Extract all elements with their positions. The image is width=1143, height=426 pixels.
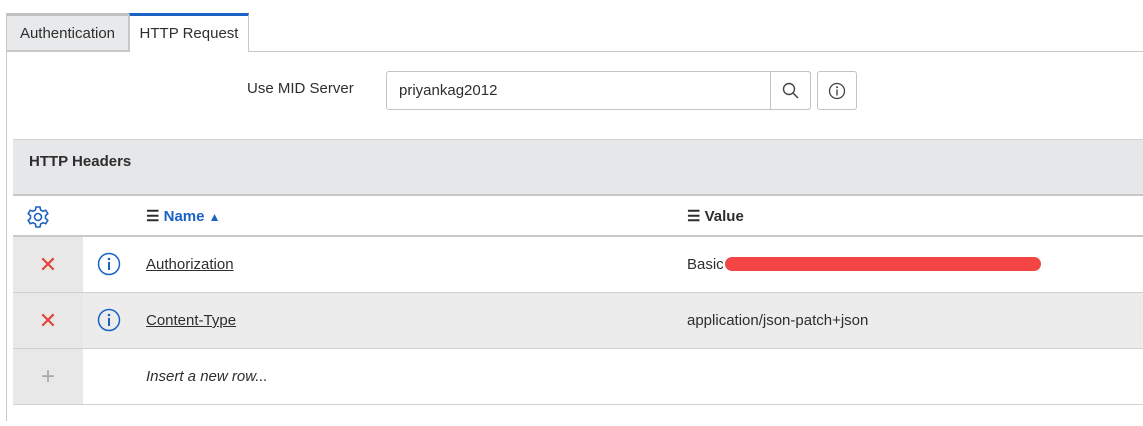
info-icon[interactable] xyxy=(97,308,121,332)
info-icon xyxy=(828,82,846,99)
delete-button[interactable]: ✕ xyxy=(13,237,83,292)
plus-icon: + xyxy=(40,362,55,390)
column-value[interactable]: ☰ Value xyxy=(687,207,744,225)
section-title: HTTP Headers xyxy=(13,139,1143,196)
tab-authentication[interactable]: Authentication xyxy=(6,13,129,51)
delete-icon: ✕ xyxy=(38,307,58,333)
table-row: ✕ Authorization Basic xyxy=(13,237,1143,293)
header-name-link[interactable]: Authorization xyxy=(146,256,234,273)
delete-icon: ✕ xyxy=(38,251,58,277)
redaction-mark xyxy=(725,257,1041,271)
insert-row-text[interactable]: Insert a new row... xyxy=(146,368,268,385)
header-value: application/json-patch+json xyxy=(687,312,869,329)
add-row-button[interactable]: + xyxy=(13,349,83,404)
delete-button[interactable]: ✕ xyxy=(13,293,83,348)
gear-icon[interactable] xyxy=(26,205,50,229)
column-menu-icon[interactable]: ☰ xyxy=(687,208,700,225)
search-icon xyxy=(782,82,799,99)
lookup-button[interactable] xyxy=(770,71,811,110)
column-name[interactable]: ☰ Name ▲ xyxy=(146,207,221,225)
tab-http-request[interactable]: HTTP Request xyxy=(129,13,249,52)
sort-ascending-icon: ▲ xyxy=(208,210,221,224)
mid-server-input[interactable]: priyankag2012 xyxy=(386,71,811,110)
mid-server-label: Use MID Server xyxy=(247,80,354,97)
table-header: ☰ Name ▲ ☰ Value xyxy=(13,196,1143,237)
column-menu-icon[interactable]: ☰ xyxy=(146,208,159,225)
info-icon[interactable] xyxy=(97,252,121,276)
header-name-link[interactable]: Content-Type xyxy=(146,312,236,329)
info-button[interactable] xyxy=(817,71,857,110)
table-row: ✕ Content-Type application/json-patch+js… xyxy=(13,293,1143,349)
insert-row[interactable]: + Insert a new row... xyxy=(13,349,1143,405)
header-value: Basic xyxy=(687,256,724,273)
